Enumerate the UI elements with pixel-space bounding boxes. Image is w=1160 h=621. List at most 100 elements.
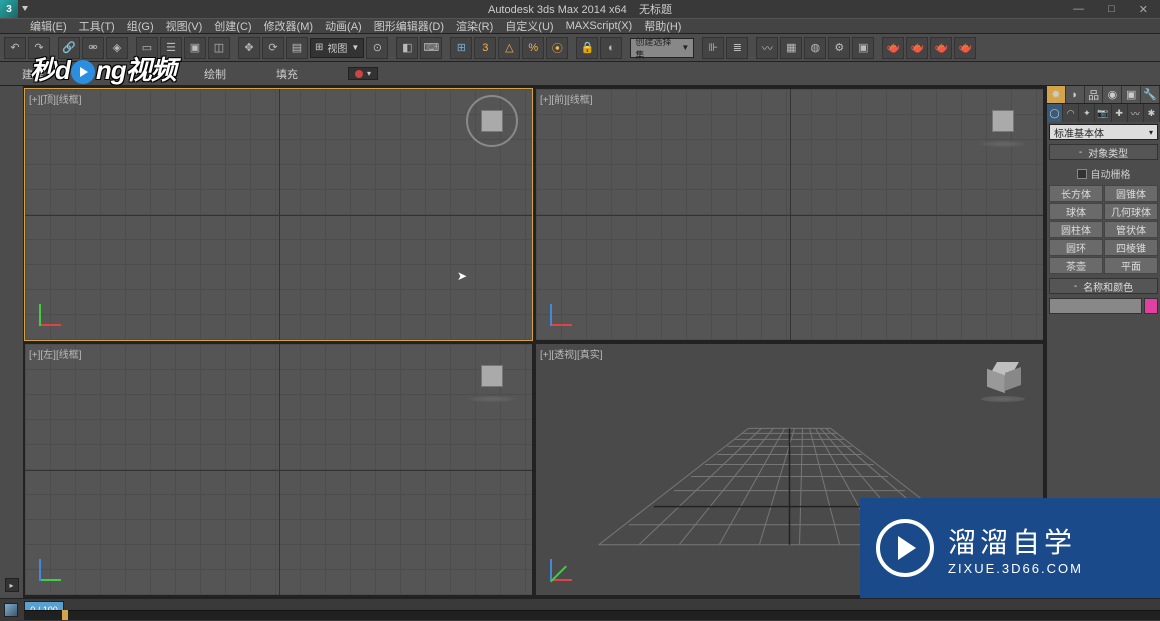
- manipulate-button[interactable]: ◧: [396, 37, 418, 59]
- btn-teapot[interactable]: 茶壶: [1049, 257, 1103, 274]
- rendered-frame-button[interactable]: ▣: [852, 37, 874, 59]
- menu-graph-editors[interactable]: 图形编辑器(D): [374, 18, 444, 34]
- timeline-corner-button[interactable]: [0, 599, 22, 621]
- link-button[interactable]: 🔗: [58, 37, 80, 59]
- btn-geosphere[interactable]: 几何球体: [1104, 203, 1158, 220]
- minimize-button[interactable]: —: [1073, 3, 1084, 16]
- btn-cone[interactable]: 圆锥体: [1104, 185, 1158, 202]
- ribbon-tab-modeling[interactable]: 建模: [22, 66, 44, 82]
- record-button[interactable]: ▾: [348, 67, 378, 80]
- schematic-view-button[interactable]: ▦: [780, 37, 802, 59]
- menu-maxscript[interactable]: MAXScript(X): [566, 20, 633, 32]
- angle-snap-button[interactable]: △: [498, 37, 520, 59]
- render-last-button[interactable]: 🫖: [954, 37, 976, 59]
- rollout-object-type-header[interactable]: 对象类型: [1049, 144, 1158, 160]
- mirror-button[interactable]: ◐: [600, 37, 622, 59]
- select-button[interactable]: ▭: [136, 37, 158, 59]
- rotate-button[interactable]: ⟳: [262, 37, 284, 59]
- scale-button[interactable]: ▤: [286, 37, 308, 59]
- viewport-left[interactable]: [+][左][线框]: [24, 343, 533, 596]
- viewport-front[interactable]: [+][前][线框]: [535, 88, 1044, 341]
- menu-group[interactable]: 组(G): [127, 18, 154, 34]
- ribbon-tab-populate[interactable]: 填充: [276, 66, 298, 82]
- subtab-geometry[interactable]: ◯: [1047, 104, 1063, 122]
- menu-view[interactable]: 视图(V): [166, 18, 203, 34]
- subtab-cameras[interactable]: 📷: [1095, 104, 1111, 122]
- viewcube-left[interactable]: [472, 356, 512, 396]
- viewcube-perspective[interactable]: [983, 356, 1023, 396]
- bind-button[interactable]: ◈: [106, 37, 128, 59]
- btn-torus[interactable]: 圆环: [1049, 239, 1103, 256]
- render-setup-button[interactable]: ⚙: [828, 37, 850, 59]
- viewport-label-left[interactable]: [+][左][线框]: [29, 346, 82, 361]
- menu-modifiers[interactable]: 修改器(M): [264, 18, 314, 34]
- keyboard-shortcut-button[interactable]: ⌨: [420, 37, 442, 59]
- window-crossing-button[interactable]: ◫: [208, 37, 230, 59]
- geometry-category-dropdown[interactable]: 标准基本体 ▾: [1049, 124, 1158, 140]
- timeline-marker[interactable]: [62, 610, 68, 620]
- render-production-button[interactable]: 🫖: [882, 37, 904, 59]
- menu-animation[interactable]: 动画(A): [325, 18, 362, 34]
- app-icon[interactable]: 3: [0, 0, 18, 18]
- menu-tools[interactable]: 工具(T): [79, 18, 115, 34]
- selection-lock-button[interactable]: 🔒: [576, 37, 598, 59]
- menu-customize[interactable]: 自定义(U): [505, 18, 553, 34]
- subtab-spacewarps[interactable]: 〰: [1128, 104, 1144, 122]
- subtab-systems[interactable]: ✱: [1144, 104, 1160, 122]
- undo-button[interactable]: ↶: [4, 37, 26, 59]
- tab-utilities[interactable]: 🔧: [1141, 86, 1160, 103]
- named-selection-dropdown[interactable]: 创建选择集 ▼: [630, 38, 694, 58]
- rollout-name-color-header[interactable]: 名称和颜色: [1049, 278, 1158, 294]
- object-color-swatch[interactable]: [1144, 298, 1158, 314]
- viewcube-top[interactable]: [472, 101, 512, 141]
- menu-rendering[interactable]: 渲染(R): [456, 18, 493, 34]
- viewport-label-perspective[interactable]: [+][透视][真实]: [540, 346, 603, 361]
- timeline-track[interactable]: [24, 610, 1160, 620]
- app-menu-chevron[interactable]: [20, 0, 30, 18]
- move-button[interactable]: ✥: [238, 37, 260, 59]
- pivot-button[interactable]: ⊙: [366, 37, 388, 59]
- ribbon-tab-paint[interactable]: 绘制: [204, 66, 226, 82]
- viewport-top[interactable]: [+][顶][线框] ➤: [24, 88, 533, 341]
- close-button[interactable]: ✕: [1139, 3, 1148, 16]
- tab-display[interactable]: ▣: [1122, 86, 1141, 103]
- layers-button[interactable]: ≣: [726, 37, 748, 59]
- material-editor-button[interactable]: ◍: [804, 37, 826, 59]
- curve-editor-button[interactable]: 〰: [756, 37, 778, 59]
- btn-box[interactable]: 长方体: [1049, 185, 1103, 202]
- auto-grid-checkbox[interactable]: [1077, 169, 1087, 179]
- object-name-input[interactable]: [1049, 298, 1142, 314]
- viewport-label-front[interactable]: [+][前][线框]: [540, 91, 593, 106]
- redo-button[interactable]: ↷: [28, 37, 50, 59]
- maximize-button[interactable]: □: [1108, 3, 1115, 16]
- menu-create[interactable]: 创建(C): [214, 18, 251, 34]
- btn-sphere[interactable]: 球体: [1049, 203, 1103, 220]
- subtab-lights[interactable]: ✦: [1079, 104, 1095, 122]
- tab-create[interactable]: ✸: [1047, 86, 1066, 103]
- tab-motion[interactable]: ◉: [1103, 86, 1122, 103]
- viewcube-front[interactable]: [983, 101, 1023, 141]
- btn-tube[interactable]: 管状体: [1104, 221, 1158, 238]
- ref-coord-dropdown[interactable]: ⊞ 视图 ▼: [310, 38, 364, 58]
- trackbar-play-button[interactable]: ▸: [5, 578, 19, 592]
- select-region-button[interactable]: ▣: [184, 37, 206, 59]
- select-name-button[interactable]: ☰: [160, 37, 182, 59]
- tab-modify[interactable]: ◗: [1066, 86, 1085, 103]
- render-activeshade-button[interactable]: 🫖: [930, 37, 952, 59]
- btn-pyramid[interactable]: 四棱锥: [1104, 239, 1158, 256]
- render-iterative-button[interactable]: 🫖: [906, 37, 928, 59]
- subtab-shapes[interactable]: ◠: [1063, 104, 1079, 122]
- snap-3d-button[interactable]: 3: [474, 37, 496, 59]
- align-button[interactable]: ⊪: [702, 37, 724, 59]
- subtab-helpers[interactable]: ✚: [1112, 104, 1128, 122]
- menu-help[interactable]: 帮助(H): [644, 18, 681, 34]
- percent-snap-button[interactable]: %: [522, 37, 544, 59]
- unlink-button[interactable]: ⚮: [82, 37, 104, 59]
- btn-cylinder[interactable]: 圆柱体: [1049, 221, 1103, 238]
- menu-edit[interactable]: 编辑(E): [30, 18, 67, 34]
- viewport-label-top[interactable]: [+][顶][线框]: [29, 91, 82, 106]
- snap-toggle-button[interactable]: ⊞: [450, 37, 472, 59]
- tab-hierarchy[interactable]: 品: [1085, 86, 1104, 103]
- spinner-snap-button[interactable]: ⦿: [546, 37, 568, 59]
- btn-plane[interactable]: 平面: [1104, 257, 1158, 274]
